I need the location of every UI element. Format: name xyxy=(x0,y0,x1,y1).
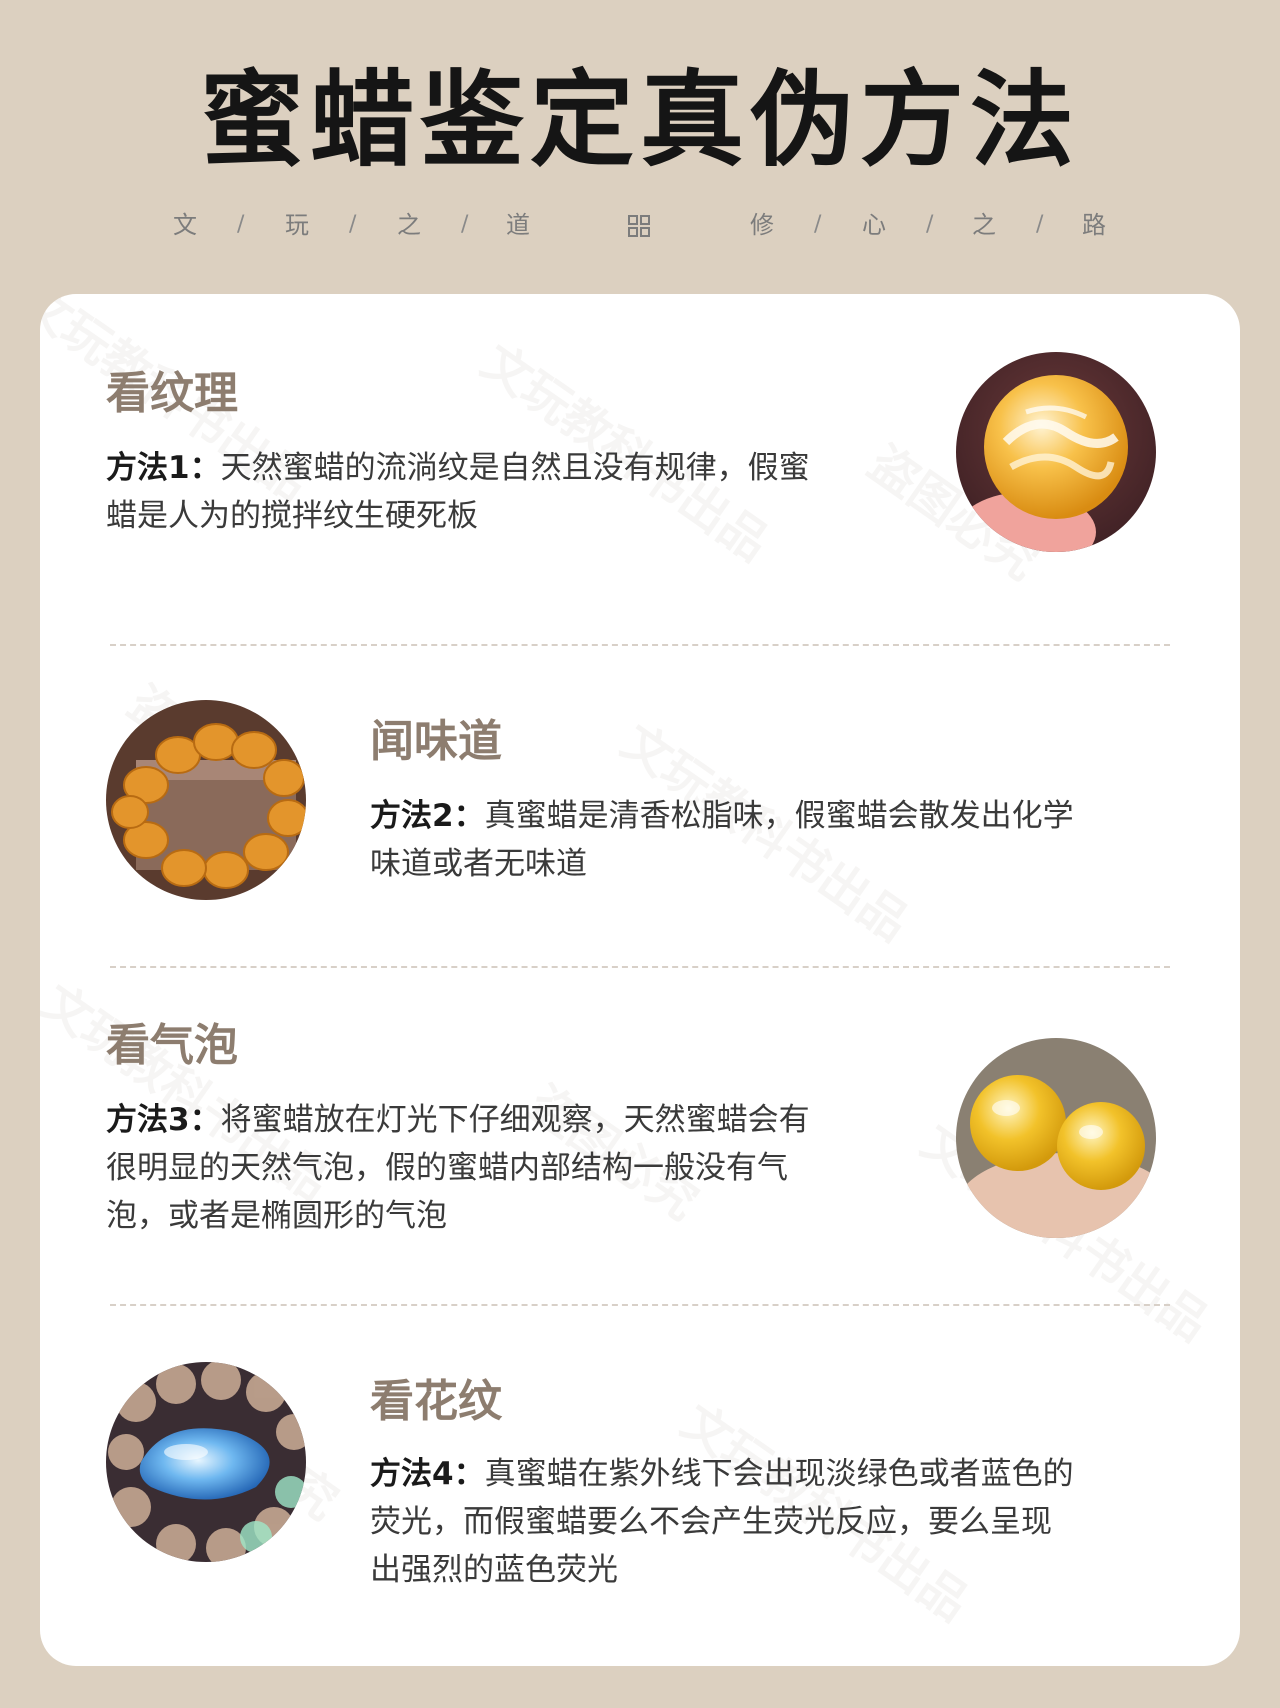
photo-amber-fluorescence xyxy=(106,1362,306,1562)
subtitle-char: 道 xyxy=(506,211,530,239)
method-label: 方法2： xyxy=(370,798,485,834)
section-bubbles: 看气泡 方法3：将蜜蜡放在灯光下仔细观察，天然蜜蜡会有很明显的天然气泡，假的蜜蜡… xyxy=(40,968,1240,1304)
subtitle-slash: / xyxy=(1036,212,1044,237)
section-title: 看气泡 xyxy=(106,1020,238,1071)
section-body: 方法1：天然蜜蜡的流淌纹是自然且没有规律，假蜜蜡是人为的搅拌纹生硬死板 xyxy=(106,444,826,540)
page-title: 蜜蜡鉴定真伪方法 xyxy=(199,58,1080,181)
content-card: 文玩教科书出品 文玩教科书出品 盗图必究 盗图必究 文玩教科书出品 文玩教科书出… xyxy=(40,294,1240,1666)
section-body: 方法4：真蜜蜡在紫外线下会出现淡绿色或者蓝色的荧光，而假蜜蜡要么不会产生荧光反应… xyxy=(370,1450,1210,1594)
photo-amber-bead-swirl xyxy=(956,352,1156,552)
subtitle-char: 路 xyxy=(1082,211,1106,239)
subtitle-slash: / xyxy=(237,212,245,237)
section-title: 看花纹 xyxy=(370,1376,502,1427)
subtitle-slash: / xyxy=(926,212,934,237)
ornament-icon xyxy=(628,215,650,237)
method-label: 方法1： xyxy=(106,450,221,486)
photo-amber-bracelet xyxy=(106,700,306,900)
section-body: 方法3：将蜜蜡放在灯光下仔细观察，天然蜜蜡会有很明显的天然气泡，假的蜜蜡内部结构… xyxy=(106,1096,906,1240)
subtitle-char: 之 xyxy=(972,211,996,239)
subtitle: 文 / 玩 / 之 / 道 修 / 心 / 之 / 路 xyxy=(0,210,1280,240)
body-line: 将蜜蜡放在灯光下仔细观察，天然蜜蜡会有 xyxy=(220,1102,810,1138)
method-label: 方法4： xyxy=(370,1456,485,1492)
body-line: 蜡是人为的搅拌纹生硬死板 xyxy=(106,498,478,534)
body-line: 出强烈的蓝色荧光 xyxy=(370,1552,618,1588)
body-line: 泡，或者是椭圆形的气泡 xyxy=(106,1198,447,1234)
section-title: 闻味道 xyxy=(370,716,502,767)
subtitle-char: 之 xyxy=(397,211,421,239)
subtitle-char: 文 xyxy=(173,211,197,239)
photo-amber-beads-pair xyxy=(956,1038,1156,1238)
section-smell: 闻味道 方法2：真蜜蜡是清香松脂味，假蜜蜡会散发出化学味道或者无味道 xyxy=(40,646,1240,966)
section-title: 看纹理 xyxy=(106,368,238,419)
body-line: 真蜜蜡在紫外线下会出现淡绿色或者蓝色的 xyxy=(484,1456,1074,1492)
section-body: 方法2：真蜜蜡是清香松脂味，假蜜蜡会散发出化学味道或者无味道 xyxy=(370,792,1190,888)
subtitle-slash: / xyxy=(814,212,822,237)
body-line: 荧光，而假蜜蜡要么不会产生荧光反应，要么呈现 xyxy=(370,1504,1052,1540)
subtitle-slash: / xyxy=(461,212,469,237)
subtitle-char: 心 xyxy=(862,211,886,239)
body-line: 真蜜蜡是清香松脂味，假蜜蜡会散发出化学 xyxy=(484,798,1074,834)
subtitle-slash: / xyxy=(349,212,357,237)
method-label: 方法3： xyxy=(106,1102,221,1138)
body-line: 味道或者无味道 xyxy=(370,846,587,882)
subtitle-char: 修 xyxy=(750,211,774,239)
body-line: 天然蜜蜡的流淌纹是自然且没有规律，假蜜 xyxy=(220,450,810,486)
section-pattern: 看花纹 方法4：真蜜蜡在紫外线下会出现淡绿色或者蓝色的荧光，而假蜜蜡要么不会产生… xyxy=(40,1306,1240,1666)
body-line: 很明显的天然气泡，假的蜜蜡内部结构一般没有气 xyxy=(106,1150,788,1186)
section-texture: 看纹理 方法1：天然蜜蜡的流淌纹是自然且没有规律，假蜜蜡是人为的搅拌纹生硬死板 xyxy=(40,294,1240,634)
subtitle-char: 玩 xyxy=(285,211,309,239)
